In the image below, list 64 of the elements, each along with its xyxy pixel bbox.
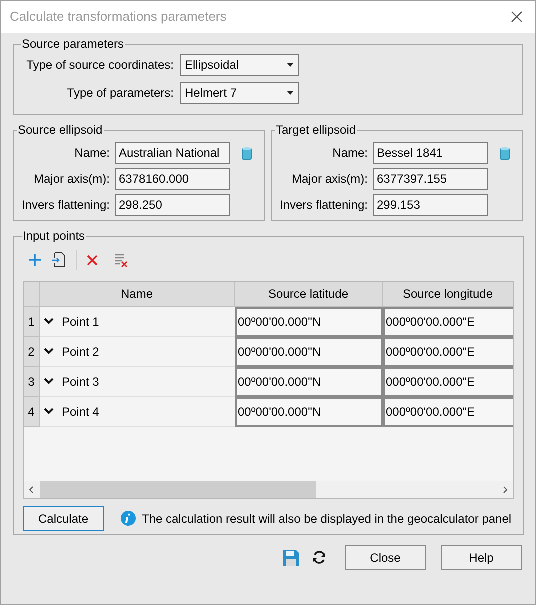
chevron-icon[interactable] (44, 348, 54, 355)
delete-icon[interactable] (87, 254, 98, 266)
input-field[interactable]: 00º00'00.000"N (235, 307, 383, 337)
input-field[interactable]: 6377397.155 (373, 168, 488, 190)
row-number: 4 (24, 397, 40, 427)
save-icon[interactable] (283, 550, 299, 566)
table-cell-text: Point 4 (62, 404, 100, 420)
field-label: Invers flattening: (20, 197, 110, 214)
group-title: Target ellipsoid (275, 122, 358, 139)
field-label: Major axis(m): (32, 171, 110, 188)
input-field[interactable]: 000º00'00.000"E (383, 337, 513, 367)
row-number: 2 (24, 337, 40, 367)
horizontal-scrollbar[interactable] (24, 481, 513, 498)
input-field[interactable]: Bessel 1841 (373, 142, 488, 164)
window-title: Calculate transformations parameters (10, 8, 227, 26)
import-icon[interactable] (52, 252, 66, 268)
row-number: 3 (24, 367, 40, 397)
input-field[interactable]: 00º00'00.000"N (235, 367, 383, 397)
field-label: Name: (332, 145, 368, 162)
table-cell-text: Point 2 (62, 344, 100, 360)
group-title: Source parameters (21, 36, 126, 53)
field-label: Invers flattening: (278, 197, 368, 214)
group-title: Input points (22, 228, 86, 245)
input-field[interactable]: 000º00'00.000"E (383, 367, 513, 397)
column-header[interactable]: Source longitude (383, 282, 513, 307)
field-label: Major axis(m): (290, 171, 368, 188)
info-text: The calculation result will also be displayed in the geocalculator panel (142, 510, 512, 528)
scroll-right-icon[interactable] (503, 486, 508, 494)
group-title: Source ellipsoid (17, 122, 104, 139)
column-header[interactable]: Name (40, 282, 235, 307)
column-header[interactable]: Source latitude (235, 282, 383, 307)
input-field[interactable]: 6378160.000 (115, 168, 230, 190)
field-label: Type of parameters: (66, 85, 174, 102)
chevron-icon[interactable] (44, 318, 54, 325)
input-field[interactable]: 00º00'00.000"N (235, 337, 383, 367)
input-field[interactable]: 299.153 (373, 194, 488, 216)
input-field[interactable]: Australian National (115, 142, 230, 164)
refresh-icon[interactable] (312, 550, 327, 565)
dropdown[interactable]: Helmert 7 (180, 82, 299, 104)
table-cell-text: Point 1 (62, 314, 100, 330)
input-field[interactable]: 000º00'00.000"E (383, 307, 513, 337)
chevron-icon[interactable] (44, 378, 54, 385)
clear-list-icon[interactable] (114, 253, 128, 267)
scrollbar-thumb[interactable] (40, 481, 316, 498)
scroll-left-icon[interactable] (29, 486, 34, 494)
field-label: Name: (74, 145, 110, 162)
cylinder-icon[interactable] (500, 146, 510, 160)
caret-icon (287, 91, 294, 95)
table-cell-text: Point 3 (62, 374, 100, 390)
input-field[interactable]: 00º00'00.000"N (235, 397, 383, 427)
cylinder-icon[interactable] (242, 146, 252, 160)
input-field[interactable]: 000º00'00.000"E (383, 397, 513, 427)
plus-icon[interactable] (28, 253, 42, 267)
chevron-icon[interactable] (44, 408, 54, 415)
caret-icon (287, 63, 294, 67)
input-field[interactable]: 298.250 (115, 194, 230, 216)
info-icon (121, 511, 136, 526)
dropdown[interactable]: Ellipsoidal (180, 54, 299, 76)
dialog-button[interactable]: Help (441, 545, 522, 570)
close-icon[interactable] (511, 11, 523, 23)
field-label: Type of source coordinates: (26, 57, 174, 74)
dialog-button[interactable]: Close (345, 545, 426, 570)
row-number: 1 (24, 307, 40, 337)
calculate-button[interactable]: Calculate (23, 506, 104, 531)
